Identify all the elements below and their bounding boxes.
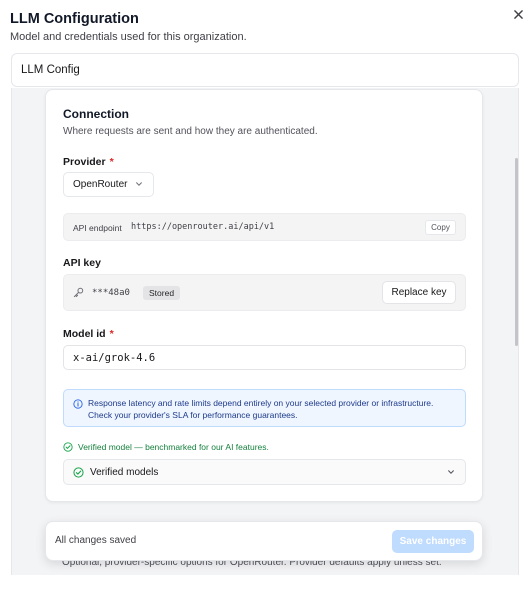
required-marker: *: [109, 156, 114, 168]
connection-description: Where requests are sent and how they are…: [63, 126, 318, 137]
verified-models-accordion[interactable]: Verified models: [63, 459, 466, 485]
scrollbar-thumb[interactable]: [515, 158, 518, 346]
api-key-row: ***48a0 Stored Replace key: [63, 274, 466, 311]
chevron-down-icon: [136, 182, 142, 186]
model-id-label: Model id *: [63, 328, 114, 340]
close-button[interactable]: [510, 6, 526, 22]
api-endpoint-label: API endpoint: [73, 223, 122, 233]
api-endpoint-value: https://openrouter.ai/api/v1: [131, 222, 275, 232]
info-notice: Response latency and rate limits depend …: [63, 389, 466, 427]
api-endpoint-row: API endpoint https://openrouter.ai/api/v…: [63, 213, 466, 241]
dialog-subtitle: Model and credentials used for this orga…: [10, 31, 247, 43]
copy-endpoint-button[interactable]: Copy: [425, 220, 456, 235]
dialog-title: LLM Configuration: [10, 11, 139, 27]
verified-models-label: Verified models: [90, 467, 159, 478]
key-icon: [73, 287, 84, 298]
replace-key-button[interactable]: Replace key: [382, 281, 456, 304]
save-changes-button[interactable]: Save changes: [392, 530, 474, 553]
info-notice-text: Response latency and rate limits depend …: [88, 398, 434, 420]
api-key-label: API key: [63, 257, 101, 269]
connection-card: Connection Where requests are sent and h…: [45, 89, 483, 502]
chevron-down-icon: [448, 470, 454, 474]
check-circle-icon: [63, 442, 73, 452]
save-bar: All changes saved Save changes: [45, 521, 483, 561]
stored-badge: Stored: [143, 286, 181, 300]
connection-title: Connection: [63, 107, 129, 121]
scroll-panel: Connection Where requests are sent and h…: [11, 88, 519, 575]
required-marker: *: [109, 328, 114, 340]
check-circle-icon: [73, 467, 84, 478]
verified-note-text: Verified model — benchmarked for our AI …: [78, 442, 269, 452]
tab-bar: LLM Config: [11, 53, 519, 87]
close-icon: [513, 9, 523, 19]
provider-select[interactable]: OpenRouter: [63, 172, 154, 197]
model-id-label-text: Model id: [63, 328, 106, 340]
provider-label-text: Provider: [63, 156, 106, 168]
provider-label: Provider *: [63, 156, 114, 168]
model-id-input[interactable]: [63, 345, 466, 370]
provider-select-value: OpenRouter: [73, 179, 128, 190]
info-icon: [73, 399, 83, 409]
tab-llm-config[interactable]: LLM Config: [21, 64, 80, 76]
verified-note: Verified model — benchmarked for our AI …: [63, 442, 269, 452]
api-key-masked: ***48a0: [92, 288, 130, 298]
save-status: All changes saved: [55, 535, 137, 546]
